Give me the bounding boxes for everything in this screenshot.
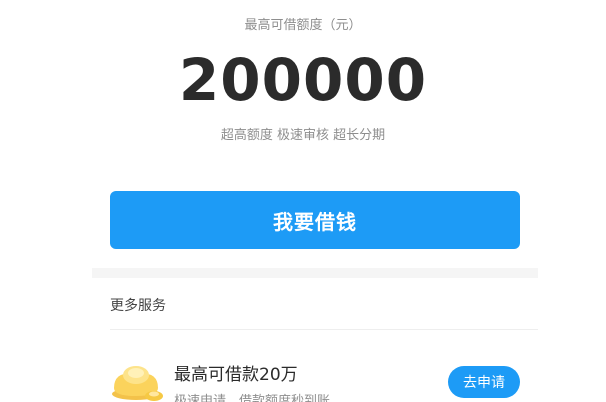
borrow-button-label: 我要借钱 bbox=[273, 209, 357, 234]
service-description: 极速申请，借款额度秒到账 bbox=[174, 394, 331, 402]
loan-page: 最高可借额度（元） 200000 超高额度 极速审核 超长分期 我要借钱 更多服… bbox=[0, 0, 606, 402]
gold-ingot-icon bbox=[108, 358, 164, 402]
more-services-title: 更多服务 bbox=[110, 298, 166, 314]
service-item-loan[interactable]: 最高可借款20万 极速申请，借款额度秒到账 去申请 bbox=[106, 352, 538, 402]
service-title: 最高可借款20万 bbox=[174, 365, 298, 385]
section-divider bbox=[92, 268, 538, 278]
apply-button[interactable]: 去申请 bbox=[448, 366, 520, 398]
apply-button-label: 去申请 bbox=[463, 375, 505, 391]
credit-limit-amount: 200000 bbox=[178, 46, 428, 114]
credit-limit-subtitle: 超高额度 极速审核 超长分期 bbox=[220, 128, 386, 143]
borrow-button[interactable]: 我要借钱 bbox=[110, 191, 520, 249]
credit-limit-label: 最高可借额度（元） bbox=[244, 18, 362, 33]
section-title-divider bbox=[110, 329, 538, 330]
